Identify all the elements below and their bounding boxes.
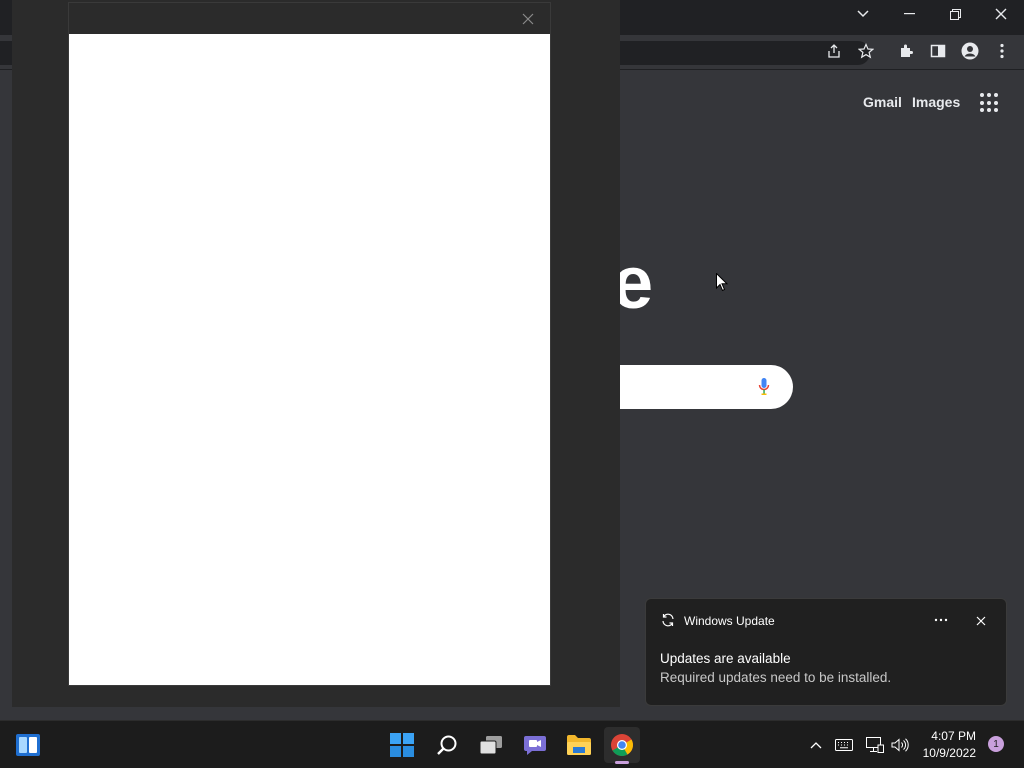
close-window-button[interactable] [978,0,1024,28]
taskbar: 4:07 PM 10/9/2022 1 [0,720,1024,768]
close-icon [522,13,534,25]
clock-date[interactable]: 10/9/2022 [923,746,976,760]
task-view-icon [479,736,502,755]
google-apps-icon[interactable] [980,93,1000,113]
mouse-cursor-icon [716,273,728,292]
chevron-down-icon [857,10,869,18]
popup-titlebar[interactable] [69,3,550,34]
widgets-icon [16,734,40,756]
more-menu-icon[interactable] [988,39,1016,63]
bookmark-star-icon[interactable] [852,39,880,63]
restore-icon [949,8,961,20]
toast-body: Required updates need to be installed. [660,670,892,685]
toast-heading: Updates are available [660,651,791,666]
gmail-link[interactable]: Gmail [863,94,902,110]
widgets-button[interactable] [10,727,46,763]
start-button[interactable] [384,727,420,763]
popup-content-blank [69,34,550,685]
folder-icon [567,735,591,755]
search-button[interactable] [429,727,465,763]
windows-update-notification[interactable]: Windows Update Updates are available Req… [645,598,1007,706]
chevron-up-icon [810,742,822,749]
images-link[interactable]: Images [912,94,960,110]
restore-button[interactable] [932,0,978,28]
chrome-button[interactable] [604,727,640,764]
windows-logo-icon [390,733,414,757]
toast-close-button[interactable] [973,613,989,629]
show-hidden-icons-button[interactable] [806,735,826,755]
toast-more-options-button[interactable] [932,613,950,627]
extensions-icon[interactable] [892,39,920,63]
teams-chat-button[interactable] [517,727,553,763]
volume-icon [891,738,909,752]
file-explorer-button[interactable] [561,727,597,763]
profile-avatar-icon[interactable] [956,39,984,63]
toast-app-name: Windows Update [684,614,775,628]
close-icon [976,616,986,626]
keyboard-button[interactable] [834,735,854,755]
chrome-icon [611,734,633,756]
network-button[interactable] [865,735,885,755]
active-app-indicator [615,761,629,764]
more-horizontal-icon [934,618,948,622]
notification-center-badge[interactable]: 1 [988,736,1004,752]
side-panel-icon[interactable] [924,39,952,63]
minimize-icon [903,13,915,15]
volume-button[interactable] [890,735,910,755]
keyboard-icon [835,739,853,751]
network-icon [866,737,884,753]
close-icon [995,8,1007,20]
sync-icon [662,613,674,627]
popup-close-button[interactable] [518,9,538,29]
teams-chat-icon [524,736,546,755]
search-icon [437,735,457,755]
popup-window [68,2,551,686]
task-view-button[interactable] [473,727,509,763]
tab-search-button[interactable] [840,0,886,28]
minimize-button[interactable] [886,0,932,28]
clock-time[interactable]: 4:07 PM [931,729,976,743]
share-icon[interactable] [820,39,848,63]
microphone-icon [758,378,770,395]
